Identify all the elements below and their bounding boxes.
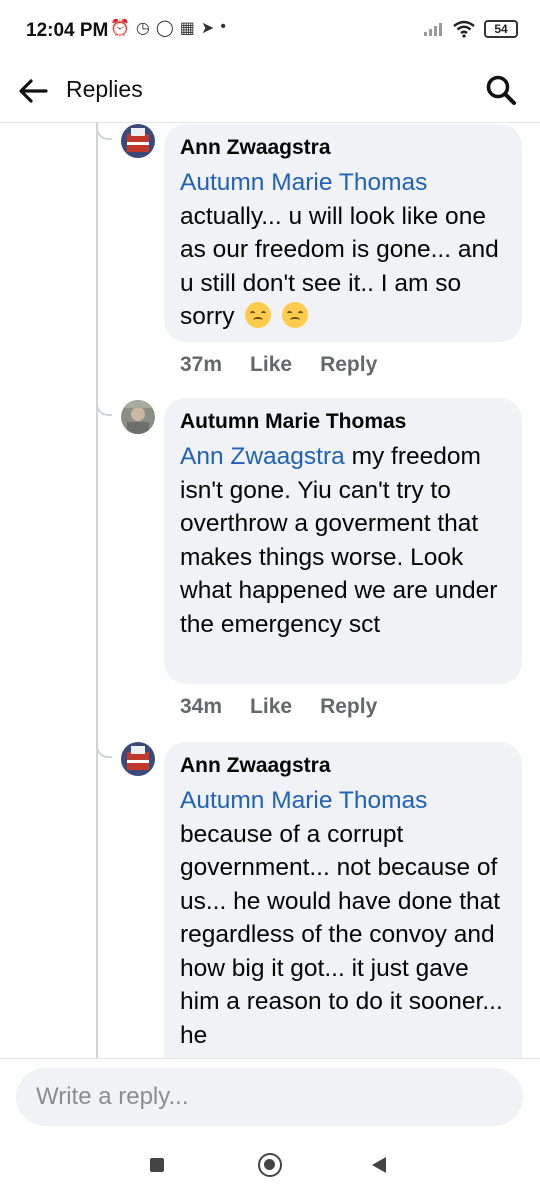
pensive-face-emoji <box>282 302 309 328</box>
mention-link[interactable]: Ann Zwaagstra <box>180 443 345 470</box>
reply-button[interactable]: Reply <box>320 695 377 719</box>
comment-actions: 37m Like Reply <box>180 353 377 377</box>
avatar[interactable] <box>121 400 155 434</box>
alarm-icon: ◷ <box>135 20 150 37</box>
search-icon[interactable] <box>484 73 518 107</box>
battery-icon: 54 <box>484 20 518 38</box>
thread-connector <box>96 398 112 416</box>
avatar[interactable] <box>121 124 155 158</box>
telegram-icon: ➤ <box>200 20 215 37</box>
mention-link[interactable]: Autumn Marie Thomas <box>180 787 427 814</box>
like-button[interactable]: Like <box>250 695 292 719</box>
status-right: 54 <box>424 20 518 38</box>
status-bar: 12:04 PM ⏰ ◷ ◯ ▦ ➤ • 54 <box>0 0 540 64</box>
thread-connector <box>96 740 112 758</box>
comment-author[interactable]: Ann Zwaagstra <box>180 136 508 160</box>
app-grid-icon: ▦ <box>179 20 195 37</box>
avatar-image <box>121 124 155 158</box>
comment-author[interactable]: Ann Zwaagstra <box>180 754 508 778</box>
comment-time: 34m <box>180 695 223 718</box>
home-icon[interactable] <box>258 1153 282 1177</box>
wifi-icon <box>453 20 475 38</box>
comment-bubble[interactable]: Autumn Marie Thomas Ann Zwaagstra my fre… <box>164 398 522 684</box>
reply-composer[interactable] <box>16 1068 523 1126</box>
thread-line <box>96 122 98 1058</box>
avatar[interactable] <box>121 742 155 776</box>
avatar-image <box>121 400 155 434</box>
comment-text: Autumn Marie Thomas actually... u will l… <box>180 166 508 334</box>
arrow-left-icon[interactable] <box>16 74 50 108</box>
comment-body: actually... u will look like one as our … <box>180 202 499 331</box>
reply-button[interactable]: Reply <box>320 353 377 377</box>
thread-connector <box>96 122 112 140</box>
replies-thread[interactable]: Ann Zwaagstra Autumn Marie Thomas actual… <box>0 122 540 1058</box>
mention-link[interactable]: Autumn Marie Thomas <box>180 169 427 196</box>
page-title: Replies <box>66 76 143 102</box>
comment-body: my freedom isn't gone. Yiu can't try to … <box>180 443 498 638</box>
reply-input[interactable] <box>34 1082 505 1112</box>
comment-text: Autumn Marie Thomas because of a corrupt… <box>180 784 508 1052</box>
app-header: Replies <box>0 64 540 118</box>
disappointed-face-emoji <box>245 302 272 328</box>
comment-text: Ann Zwaagstra my freedom isn't gone. Yiu… <box>180 440 508 641</box>
comment-actions: 34m Like Reply <box>180 695 377 719</box>
avatar-image <box>121 742 155 776</box>
like-button[interactable]: Like <box>250 353 292 377</box>
back-triangle-icon[interactable] <box>372 1157 386 1173</box>
comment-author[interactable]: Autumn Marie Thomas <box>180 410 508 434</box>
composer-divider <box>0 1058 540 1059</box>
battery-level: 54 <box>494 22 508 36</box>
comment-bubble[interactable]: Ann Zwaagstra Autumn Marie Thomas actual… <box>164 124 522 342</box>
notification-icons: ⏰ ◷ ◯ ▦ ➤ • <box>110 18 226 38</box>
whatsapp-icon: ◯ <box>155 20 174 37</box>
signal-icon <box>424 23 442 36</box>
comment-bubble[interactable]: Ann Zwaagstra Autumn Marie Thomas becaus… <box>164 742 522 1058</box>
alarm-off-icon: ⏰ <box>110 20 130 37</box>
comment-body: because of a corrupt government... not b… <box>180 820 503 1049</box>
system-nav-bar <box>0 1136 540 1200</box>
dot-icon: • <box>220 18 226 35</box>
comment-time: 37m <box>180 353 223 376</box>
recents-icon[interactable] <box>150 1158 164 1172</box>
status-time: 12:04 PM <box>26 20 109 41</box>
